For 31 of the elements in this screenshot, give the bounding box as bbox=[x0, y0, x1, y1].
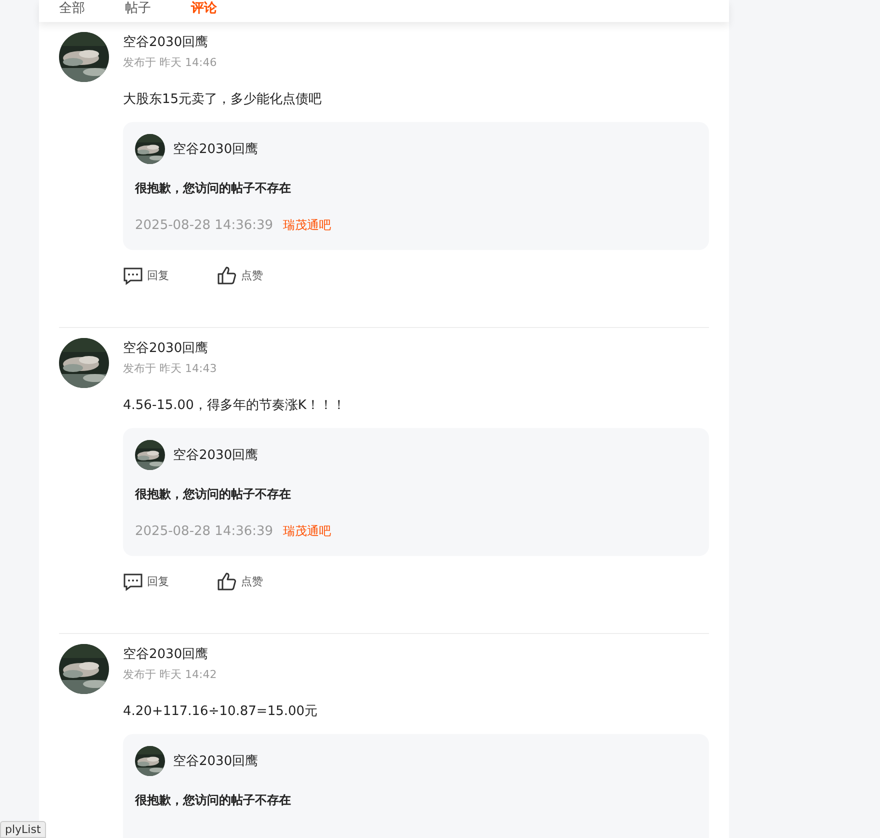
author-name[interactable]: 空谷2030回鹰 bbox=[173, 752, 258, 770]
comment-icon bbox=[123, 266, 143, 284]
author-name[interactable]: 空谷2030回鹰 bbox=[173, 140, 258, 158]
post-date: 2025-08-28 14:36:39 bbox=[135, 218, 274, 233]
post-time: 发布于 昨天 14:43 bbox=[123, 361, 217, 376]
comment-text: 大股东15元卖了，多少能化点债吧 bbox=[123, 91, 323, 108]
reply-button[interactable]: 回复 bbox=[123, 572, 169, 591]
reply-button[interactable]: 回复 bbox=[123, 266, 169, 285]
thumbs-up-icon bbox=[217, 266, 237, 285]
comment-icon bbox=[123, 572, 143, 590]
quoted-post-text: 很抱歉，您访问的帖子不存在 bbox=[135, 180, 292, 197]
post-time: 发布于 昨天 14:46 bbox=[123, 55, 217, 70]
thumbs-up-icon bbox=[217, 572, 237, 591]
like-button[interactable]: 点赞 bbox=[217, 266, 263, 285]
author-name[interactable]: 空谷2030回鹰 bbox=[123, 645, 217, 663]
comment-text: 4.20+117.16÷10.87=15.00元 bbox=[123, 703, 319, 720]
quoted-post-text: 很抱歉，您访问的帖子不存在 bbox=[135, 792, 292, 809]
tab[interactable]: 全部 bbox=[59, 0, 85, 18]
quoted-post-card[interactable]: 空谷2030回鹰 很抱歉，您访问的帖子不存在 2025-08-28 14:36:39 瑞茂通吧 bbox=[123, 428, 709, 556]
author-name[interactable]: 空谷2030回鹰 bbox=[173, 446, 258, 464]
like-button[interactable]: 点赞 bbox=[217, 572, 263, 591]
quoted-post-card[interactable]: 空谷2030回鹰 很抱歉，您访问的帖子不存在 bbox=[123, 734, 709, 838]
quoted-post-card[interactable]: 空谷2030回鹰 很抱歉，您访问的帖子不存在 2025-08-28 14:36:39 瑞茂通吧 bbox=[123, 122, 709, 250]
quoted-post-text: 很抱歉，您访问的帖子不存在 bbox=[135, 486, 292, 503]
post-time: 发布于 昨天 14:42 bbox=[123, 667, 217, 682]
author-name[interactable]: 空谷2030回鹰 bbox=[123, 339, 217, 357]
debug-tag: plyList bbox=[0, 821, 46, 838]
tab[interactable]: 帖子 bbox=[125, 0, 151, 18]
author-name[interactable]: 空谷2030回鹰 bbox=[123, 33, 217, 51]
comment-text: 4.56-15.00，得多年的节奏涨K！！！ bbox=[123, 397, 346, 414]
post-date: 2025-08-28 14:36:39 bbox=[135, 524, 274, 539]
